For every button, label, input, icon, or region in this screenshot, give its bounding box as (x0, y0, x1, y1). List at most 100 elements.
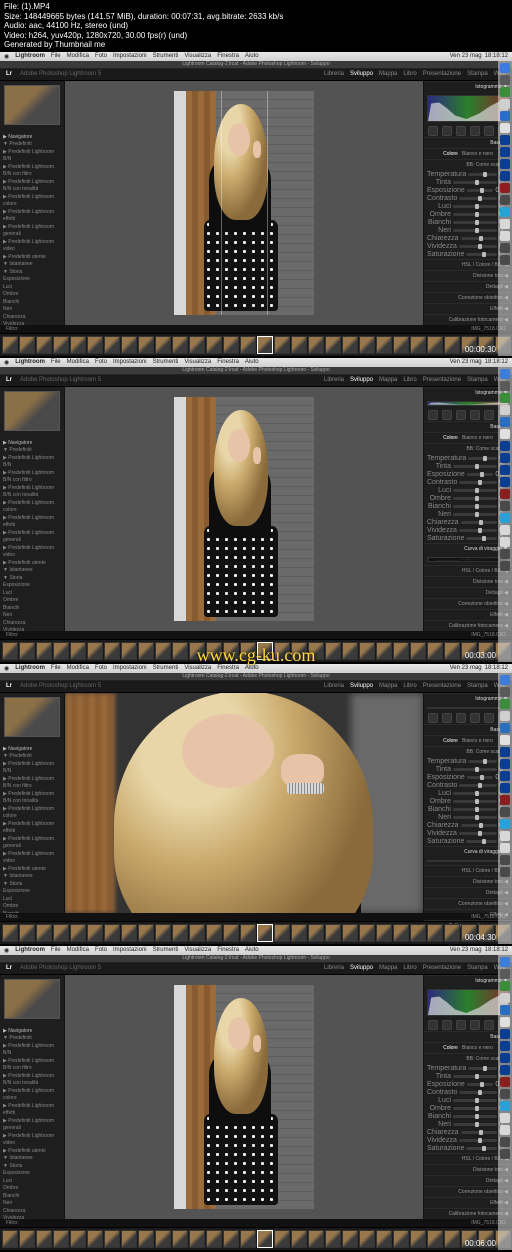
preset-item[interactable]: Neri (3, 612, 61, 620)
slider-saturazione[interactable]: Saturazione 0 (427, 838, 509, 845)
filmstrip-thumb[interactable] (342, 642, 358, 660)
dock-app-icon[interactable] (500, 231, 510, 241)
menu-file[interactable]: File (51, 665, 61, 671)
filmstrip-thumb[interactable] (325, 1230, 341, 1248)
filmstrip-thumb[interactable] (172, 1230, 188, 1248)
menu-finestra[interactable]: Finestra (217, 53, 239, 59)
preset-item[interactable]: ▼ Storia (3, 881, 61, 889)
preset-item[interactable]: Esposizione (3, 1170, 61, 1178)
slider-track[interactable] (459, 1139, 497, 1142)
dock-app-icon[interactable] (500, 369, 510, 379)
slider-track[interactable] (466, 537, 497, 540)
slider-track[interactable] (459, 832, 497, 835)
filmstrip-thumb[interactable] (87, 642, 103, 660)
filmstrip-thumb[interactable] (53, 642, 69, 660)
dock-app-icon[interactable] (500, 171, 510, 181)
module-tab-sviluppo[interactable]: Sviluppo (350, 377, 373, 383)
crop-tool-icon[interactable] (428, 713, 438, 723)
filmstrip-thumb[interactable] (444, 336, 460, 354)
gradient-tool-icon[interactable] (470, 713, 480, 723)
dock-app-icon[interactable] (500, 1101, 510, 1111)
dock-app-icon[interactable] (500, 747, 510, 757)
slider-vividezza[interactable]: Vividezza 0 (427, 830, 509, 837)
preset-item[interactable]: Luci (3, 284, 61, 292)
menu-foto[interactable]: Foto (95, 359, 107, 365)
filmstrip-thumb[interactable] (223, 924, 239, 942)
preset-item[interactable]: Luci (3, 896, 61, 904)
module-tab-stampa[interactable]: Stampa (467, 377, 488, 383)
slider-ombre[interactable]: Ombre 0 (427, 211, 509, 218)
menu-strumenti[interactable]: Strumenti (153, 359, 179, 365)
slider-luci[interactable]: Luci 0 (427, 487, 509, 494)
slider-track[interactable] (466, 1147, 497, 1150)
filmstrip-thumb[interactable] (53, 336, 69, 354)
filmstrip-thumb[interactable] (410, 336, 426, 354)
menu-strumenti[interactable]: Strumenti (153, 947, 179, 953)
filmstrip-thumb[interactable] (376, 642, 392, 660)
slider-track[interactable] (453, 1123, 497, 1126)
slider-track[interactable] (468, 1067, 497, 1070)
tone-curve[interactable] (427, 557, 509, 562)
module-tab-presentazione[interactable]: Presentazione (423, 683, 461, 689)
module-tab-libreria[interactable]: Libreria (324, 71, 344, 77)
dock-app-icon[interactable] (500, 1149, 510, 1159)
redeye-tool-icon[interactable] (456, 713, 466, 723)
slider-ombre[interactable]: Ombre 0 (427, 495, 509, 502)
navigator-thumbnail[interactable] (4, 391, 60, 431)
filmstrip-thumb[interactable] (121, 642, 137, 660)
menu-foto[interactable]: Foto (95, 53, 107, 59)
preset-item[interactable]: Bianchi (3, 1193, 61, 1201)
slider-track[interactable] (461, 521, 497, 524)
preset-item[interactable]: ▶ Predefiniti utente (3, 1148, 61, 1156)
slider-track[interactable] (459, 529, 497, 532)
filmstrip-thumb[interactable] (291, 1230, 307, 1248)
filmstrip-thumb[interactable] (172, 642, 188, 660)
filmstrip-thumb[interactable] (427, 336, 443, 354)
preset-item[interactable]: ▶ Predefiniti Lightroom effetti (3, 515, 61, 530)
dock-app-icon[interactable] (500, 1041, 510, 1051)
dock-app-icon[interactable] (500, 1089, 510, 1099)
dock-app-icon[interactable] (500, 855, 510, 865)
menu-aiuto[interactable]: Aiuto (245, 53, 259, 59)
filmstrip-thumb[interactable] (393, 642, 409, 660)
module-tab-libreria[interactable]: Libreria (324, 377, 344, 383)
dock-app-icon[interactable] (500, 735, 510, 745)
preset-item[interactable]: ▶ Predefiniti Lightroom colore (3, 806, 61, 821)
filmstrip-thumb[interactable] (410, 1230, 426, 1248)
filmstrip-thumb[interactable] (444, 924, 460, 942)
photo-preview[interactable] (174, 91, 313, 315)
module-tab-mappa[interactable]: Mappa (379, 683, 397, 689)
module-tab-sviluppo[interactable]: Sviluppo (350, 965, 373, 971)
preset-item[interactable]: Esposizione (3, 276, 61, 284)
navigator-thumbnail[interactable] (4, 697, 60, 737)
module-tab-mappa[interactable]: Mappa (379, 377, 397, 383)
slider-tinta[interactable]: Tinta 0 (427, 1073, 509, 1080)
slider-track[interactable] (459, 1091, 497, 1094)
dock-app-icon[interactable] (500, 699, 510, 709)
module-tab-libreria[interactable]: Libreria (324, 965, 344, 971)
slider-bianchi[interactable]: Bianchi 0 (427, 503, 509, 510)
filmstrip-thumb[interactable] (291, 642, 307, 660)
filmstrip-thumb[interactable] (104, 642, 120, 660)
preset-item[interactable]: ▶ Predefiniti Lightroom generali (3, 1118, 61, 1133)
slider-track[interactable] (467, 1083, 494, 1086)
radial-tool-icon[interactable] (484, 410, 494, 420)
photo-preview[interactable] (174, 397, 313, 621)
filmstrip-thumb[interactable] (359, 1230, 375, 1248)
preset-item[interactable]: Luci (3, 590, 61, 598)
slider-track[interactable] (453, 513, 497, 516)
filmstrip-thumb[interactable] (36, 1230, 52, 1248)
filmstrip-thumb[interactable] (308, 924, 324, 942)
dock-app-icon[interactable] (500, 183, 510, 193)
filmstrip-thumb[interactable] (138, 924, 154, 942)
dock-app-icon[interactable] (500, 1125, 510, 1135)
module-tab-presentazione[interactable]: Presentazione (423, 377, 461, 383)
dock-app-icon[interactable] (500, 75, 510, 85)
slider-vividezza[interactable]: Vividezza 0 (427, 527, 509, 534)
filmstrip-thumb[interactable] (53, 924, 69, 942)
slider-temperatura[interactable]: Temperatura 0 (427, 758, 509, 765)
slider-track[interactable] (453, 497, 497, 500)
slider-track[interactable] (453, 1099, 497, 1102)
slider-track[interactable] (453, 205, 497, 208)
module-tab-sviluppo[interactable]: Sviluppo (350, 683, 373, 689)
